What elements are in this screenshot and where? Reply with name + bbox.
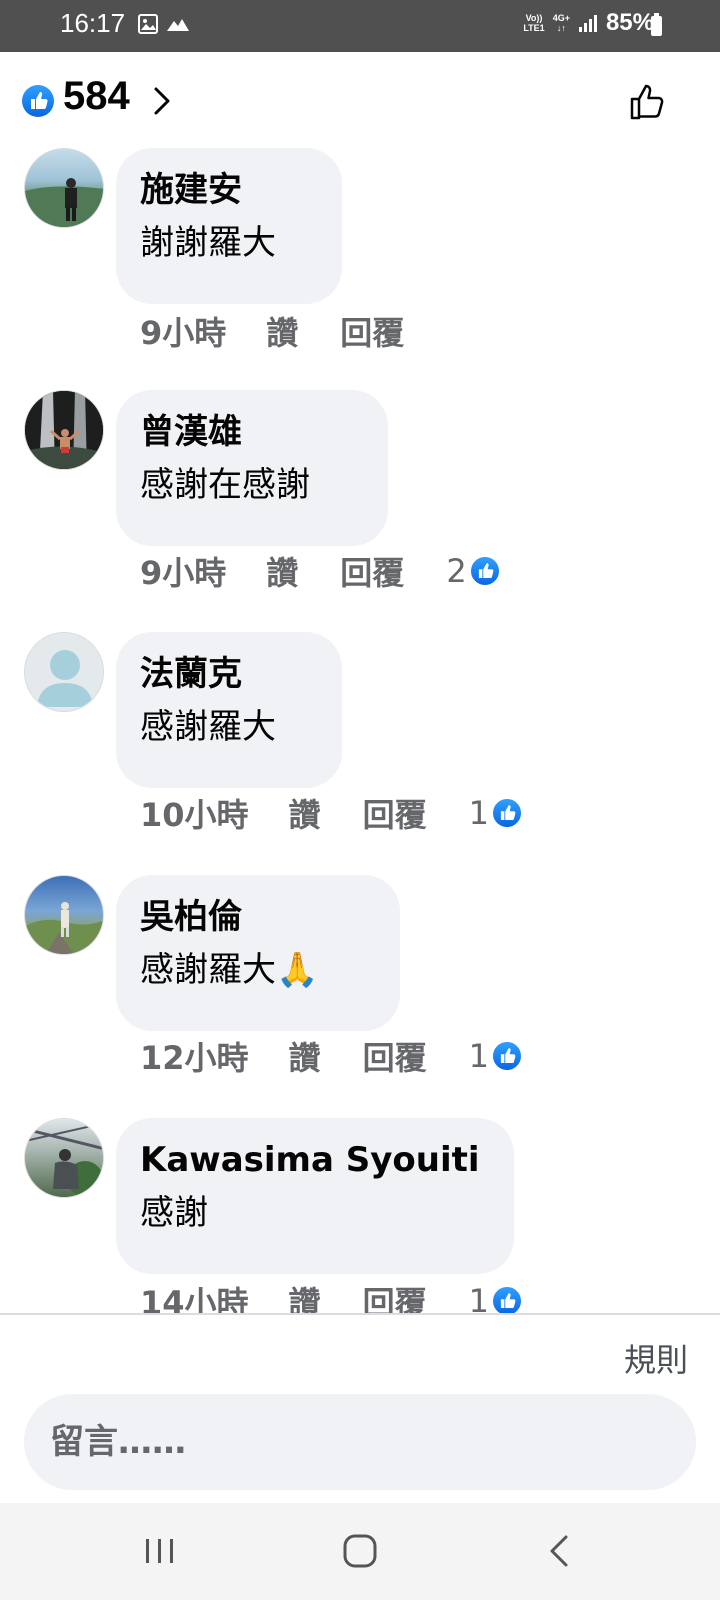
comment-time[interactable]: 9小時	[140, 308, 226, 354]
comment-author[interactable]: Kawasima Syouiti	[140, 1136, 490, 1184]
avatar[interactable]	[24, 390, 104, 470]
status-bar: 16:17 Vo)) LTE1 4G+ ↓↑ 85%	[0, 0, 720, 52]
home-icon[interactable]	[340, 1533, 380, 1569]
reply-link[interactable]: 回覆	[340, 548, 404, 594]
like-reaction-icon	[490, 1040, 523, 1072]
comment-text: 感謝在感謝	[140, 465, 310, 505]
comment-text: 感謝羅大	[140, 707, 276, 747]
volte-indicator: Vo)) LTE1	[523, 13, 545, 33]
comment-time[interactable]: 9小時	[140, 548, 226, 594]
divider	[0, 1313, 720, 1315]
comment-bubble[interactable]: 曾漢雄 感謝在感謝	[116, 390, 388, 546]
reply-link[interactable]: 回覆	[363, 790, 427, 836]
reaction-count[interactable]: 1	[469, 1037, 489, 1075]
like-reaction-icon	[490, 797, 523, 829]
like-link[interactable]: 讚	[266, 308, 298, 354]
mountain-notification-icon	[167, 19, 189, 31]
reply-link[interactable]: 回覆	[363, 1278, 427, 1313]
back-icon[interactable]	[542, 1533, 582, 1569]
gallery-notification-icon	[138, 14, 158, 34]
avatar[interactable]	[24, 632, 104, 712]
comment-time[interactable]: 12小時	[140, 1033, 249, 1079]
comment-text: 謝謝羅大	[140, 223, 276, 263]
like-link[interactable]: 讚	[266, 548, 298, 594]
comment-text: 感謝羅大🙏	[140, 950, 319, 990]
avatar[interactable]	[24, 875, 104, 955]
reaction-count[interactable]: 1	[469, 794, 489, 832]
comment-author[interactable]: 施建安	[140, 166, 318, 214]
comment-bubble[interactable]: 法蘭克 感謝羅大	[116, 632, 342, 788]
avatar[interactable]	[24, 148, 104, 228]
signal-icon	[578, 15, 597, 32]
battery-icon	[651, 13, 662, 36]
like-reaction-icon	[468, 555, 501, 587]
comment-time[interactable]: 14小時	[140, 1278, 249, 1313]
rules-link[interactable]: 規則	[624, 1335, 688, 1381]
reply-link[interactable]: 回覆	[340, 308, 404, 354]
reaction-count[interactable]: 1	[469, 1282, 489, 1313]
comment-actions: 14小時 讚 回覆 1	[140, 1276, 523, 1313]
comment-actions: 9小時 讚 回覆	[140, 306, 446, 356]
comment-text: 感謝	[140, 1193, 208, 1233]
like-reaction-icon	[490, 1285, 523, 1313]
avatar[interactable]	[24, 1118, 104, 1198]
like-button-icon[interactable]	[626, 80, 670, 124]
reaction-count[interactable]: 2	[446, 552, 466, 590]
comments-list[interactable]: 施建安 謝謝羅大 9小時 讚 回覆 曾漢雄 感謝在感謝 9小時 讚 回覆 2 法…	[0, 148, 720, 1313]
comment-actions: 9小時 讚 回覆 2	[140, 546, 501, 596]
status-time: 16:17	[60, 8, 126, 38]
data-indicator: 4G+ ↓↑	[552, 13, 570, 33]
comment-time[interactable]: 10小時	[140, 790, 249, 836]
comment-author[interactable]: 吳柏倫	[140, 893, 376, 941]
like-link[interactable]: 讚	[289, 1033, 321, 1079]
battery-percent: 85%	[605, 9, 654, 36]
recent-apps-icon[interactable]	[140, 1533, 180, 1569]
chevron-right-icon[interactable]	[150, 85, 174, 117]
comment-author[interactable]: 曾漢雄	[140, 408, 364, 456]
comment-bubble[interactable]: Kawasima Syouiti 感謝	[116, 1118, 514, 1274]
comment-bubble[interactable]: 吳柏倫 感謝羅大🙏	[116, 875, 400, 1031]
default-avatar-icon	[37, 650, 93, 707]
comment-author[interactable]: 法蘭克	[140, 650, 318, 698]
comment-input[interactable]: 留言……	[24, 1394, 696, 1490]
like-link[interactable]: 讚	[289, 1278, 321, 1313]
reaction-count: 584	[63, 74, 130, 118]
comment-actions: 10小時 讚 回覆 1	[140, 788, 523, 838]
comment-actions: 12小時 讚 回覆 1	[140, 1031, 523, 1081]
comment-bubble[interactable]: 施建安 謝謝羅大	[116, 148, 342, 304]
reply-link[interactable]: 回覆	[363, 1033, 427, 1079]
system-nav-bar	[0, 1503, 720, 1600]
reactions-header[interactable]: 584	[0, 52, 720, 148]
like-reaction-icon	[22, 85, 54, 117]
like-link[interactable]: 讚	[289, 790, 321, 836]
